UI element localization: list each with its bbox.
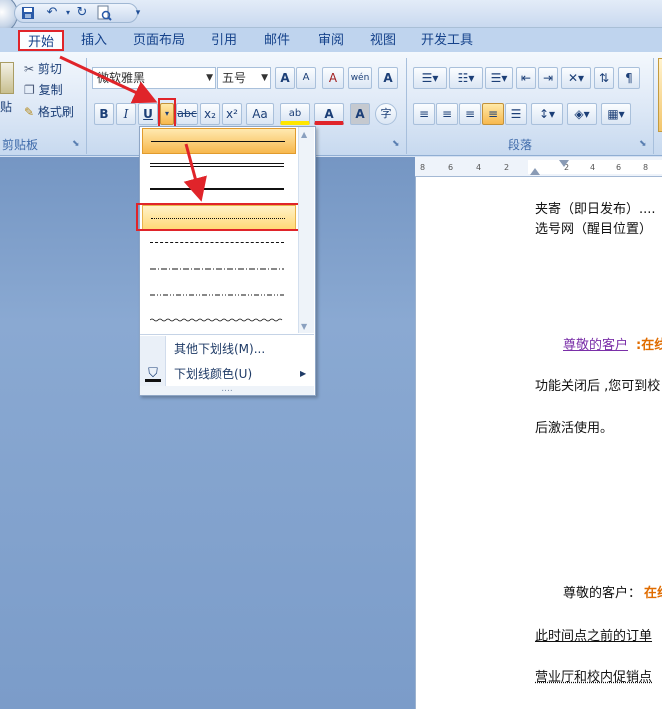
annotation-arrow-to-underline bbox=[59, 55, 158, 104]
annotation-arrow-to-dotted bbox=[183, 143, 207, 202]
annotation-arrows bbox=[59, 55, 207, 202]
